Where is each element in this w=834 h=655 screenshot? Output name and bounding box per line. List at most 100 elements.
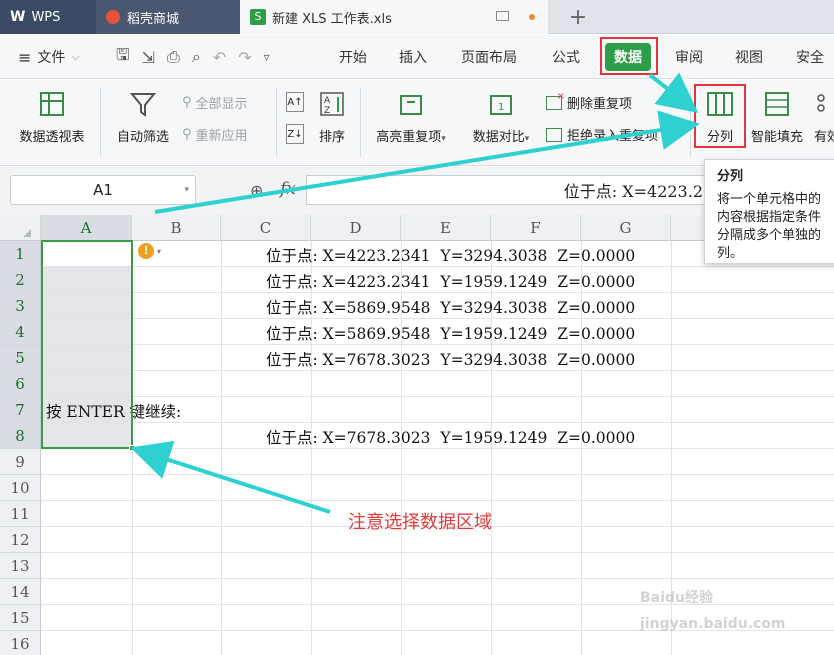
export-icon[interactable]: ⇲ — [142, 48, 155, 67]
menu-view[interactable]: 视图 — [735, 35, 763, 79]
row-header[interactable]: 1 — [0, 241, 41, 267]
row-gridline — [41, 500, 834, 501]
formula-input[interactable]: 位于点: X=4223.2 — [306, 175, 706, 205]
zoom-lookup-icon[interactable]: ⊕ — [250, 181, 263, 200]
warning-icon: ! — [138, 243, 154, 259]
sort-descending-icon[interactable]: Z↓ — [286, 124, 304, 144]
row-gridline — [41, 292, 834, 293]
column-header-e[interactable]: E — [401, 215, 491, 241]
row-gridline — [41, 370, 834, 371]
menu-security[interactable]: 安全 — [796, 35, 824, 79]
row-header[interactable]: 9 — [0, 449, 41, 475]
fill-handle[interactable] — [129, 445, 135, 451]
smart-fill-button[interactable]: 智能填充 — [746, 90, 808, 145]
tab-daoke-label: 稻壳商城 — [127, 11, 180, 27]
column-header-b[interactable]: B — [132, 215, 221, 241]
row-header[interactable]: 11 — [0, 501, 41, 527]
sort-label: 排序 — [318, 130, 345, 145]
menu-insert[interactable]: 插入 — [399, 35, 427, 79]
sort-az-icon: AZ — [320, 92, 344, 116]
cell-text[interactable]: 位于点: X=7678.3023 Y=3294.3038 Z=0.0000 — [266, 348, 635, 370]
show-all-button[interactable]: ⚲ 全部显示 — [182, 93, 248, 112]
row-header[interactable]: 13 — [0, 553, 41, 579]
row-header[interactable]: 10 — [0, 475, 41, 501]
svg-text:Z: Z — [324, 106, 330, 116]
unsaved-dot-icon — [529, 14, 535, 20]
reject-duplicates-label: 拒绝录入重复项 — [567, 129, 659, 144]
file-menu[interactable]: ≡ 文件 ⌵ — [18, 35, 80, 79]
spreadsheet-grid[interactable]: A B C D E F G 1 2 3 4 5 6 7 8 9 10 11 12 13 14 15 16 位于… — [0, 215, 834, 655]
highlight-duplicates-button[interactable]: 高亮重复项▾ — [366, 90, 456, 145]
row-header[interactable]: 7 — [0, 397, 41, 423]
dropdown-caret-icon: ▾ — [441, 134, 446, 144]
remove-duplicates-icon: × — [546, 91, 565, 110]
menu-page-layout[interactable]: 页面布局 — [461, 35, 517, 79]
validity-button[interactable]: 有效 — [812, 90, 834, 145]
select-all-corner[interactable] — [0, 215, 41, 241]
cell-text[interactable]: 位于点: X=5869.9548 Y=3294.3038 Z=0.0000 — [266, 296, 635, 318]
row-header[interactable]: 15 — [0, 605, 41, 631]
row-gridline — [41, 422, 834, 423]
autofilter-label: 自动筛选 — [116, 130, 169, 145]
name-box[interactable]: A1 ▾ — [10, 175, 196, 205]
tab-daoke-store[interactable]: 稻壳商城 — [96, 0, 240, 34]
print-icon[interactable]: ⎙ — [167, 47, 180, 67]
autofilter-button[interactable]: 自动筛选 — [108, 90, 178, 145]
tab-xls-label: 新建 XLS 工作表.xls — [272, 11, 392, 27]
watermark-text: Baidu经验 jingyan.baidu.com — [640, 590, 786, 632]
row-header[interactable]: 4 — [0, 319, 41, 345]
error-check-button[interactable]: ! ▾ — [138, 243, 161, 259]
row-header[interactable]: 6 — [0, 371, 41, 397]
data-tab-highlight — [600, 37, 658, 75]
annotation-text: 注意选择数据区域 — [348, 512, 492, 533]
monitor-icon[interactable] — [496, 11, 509, 21]
data-compare-button[interactable]: 1 数据对比▾ — [462, 90, 540, 145]
cell-text[interactable]: 位于点: X=5869.9548 Y=1959.1249 Z=0.0000 — [266, 322, 635, 344]
row-header[interactable]: 3 — [0, 293, 41, 319]
row-header[interactable]: 16 — [0, 631, 41, 655]
tab-wps[interactable]: W WPS — [0, 0, 96, 34]
tab-xls-document[interactable]: S 新建 XLS 工作表.xls — [240, 0, 548, 34]
row-gridline — [41, 474, 834, 475]
ribbon-divider — [100, 88, 101, 158]
row-gridline — [41, 448, 834, 449]
smart-fill-label: 智能填充 — [750, 130, 803, 145]
wps-logo-icon: W — [10, 9, 26, 25]
fx-icon[interactable]: fx — [280, 179, 296, 199]
redo-icon[interactable]: ↷ — [238, 48, 251, 67]
row-header[interactable]: 2 — [0, 267, 41, 293]
remove-duplicates-label: 删除重复项 — [567, 97, 633, 112]
menu-home[interactable]: 开始 — [339, 35, 367, 79]
reapply-button[interactable]: ⚲ 重新应用 — [182, 125, 248, 144]
reject-duplicates-button[interactable]: 拒绝录入重复项 — [546, 125, 686, 144]
svg-text:A: A — [324, 96, 331, 106]
cell-text[interactable]: 位于点: X=7678.3023 Y=1959.1249 Z=0.0000 — [266, 426, 635, 448]
cell-text[interactable]: 位于点: X=4223.2341 Y=1959.1249 Z=0.0000 — [266, 270, 635, 292]
save-icon[interactable]: 🖫 — [116, 44, 130, 71]
column-header-g[interactable]: G — [581, 215, 671, 241]
remove-duplicates-button[interactable]: × 删除重复项 — [546, 91, 633, 112]
tab-wps-label: WPS — [31, 9, 61, 25]
sort-ascending-icon[interactable]: A↑ — [286, 92, 304, 112]
cell-text[interactable]: 位于点: X=4223.2341 Y=3294.3038 Z=0.0000 — [266, 244, 635, 266]
column-header-f[interactable]: F — [491, 215, 581, 241]
pivot-table-button[interactable]: 数据透视表 — [12, 90, 92, 145]
undo-icon[interactable]: ↶ — [213, 48, 226, 67]
column-header-c[interactable]: C — [221, 215, 311, 241]
menu-review[interactable]: 审阅 — [675, 35, 703, 79]
sort-button[interactable]: AZ 排序 — [312, 90, 352, 145]
row-header[interactable]: 8 — [0, 423, 41, 449]
row-header[interactable]: 14 — [0, 579, 41, 605]
customize-icon[interactable]: ▿ — [264, 50, 270, 64]
new-tab-button[interactable]: + — [560, 0, 596, 34]
selection-range-a1-a8[interactable] — [41, 240, 133, 449]
title-tab-bar: W WPS 稻壳商城 S 新建 XLS 工作表.xls + — [0, 0, 834, 34]
file-menu-label: 文件 — [37, 50, 66, 66]
column-header-d[interactable]: D — [311, 215, 401, 241]
print-preview-icon[interactable]: ⌕ — [192, 47, 201, 67]
dropdown-caret-icon: ▾ — [157, 246, 162, 256]
row-header[interactable]: 12 — [0, 527, 41, 553]
row-header[interactable]: 5 — [0, 345, 41, 371]
column-header-a[interactable]: A — [41, 215, 132, 241]
menu-formulas[interactable]: 公式 — [552, 35, 580, 79]
